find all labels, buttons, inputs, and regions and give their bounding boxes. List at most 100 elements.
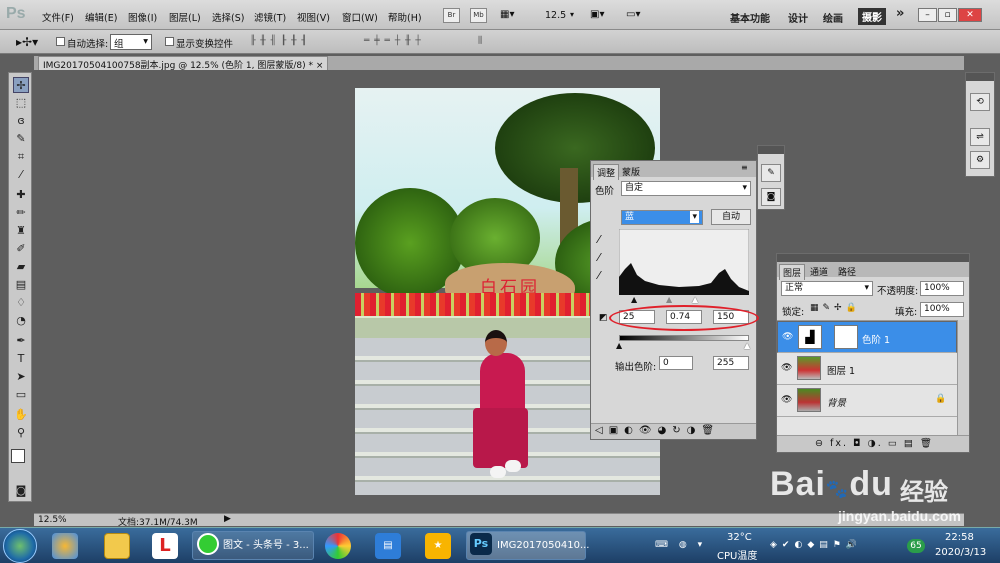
stamp-tool-icon[interactable]: ♜ [13, 223, 29, 239]
screen-mode-icon[interactable]: ▭▾ [626, 9, 640, 20]
status-menu-arrow-icon[interactable]: ▶ [224, 514, 231, 524]
history-icon[interactable]: ⟲ [970, 93, 990, 111]
bridge-button[interactable]: Br [443, 8, 460, 23]
layer-row[interactable]: 👁 ▟ 色阶 1 [777, 321, 957, 353]
move-tool-icon[interactable]: ✢ [13, 77, 29, 93]
menu-edit[interactable]: 编辑(E) [85, 10, 117, 24]
restore-button[interactable]: ▫ [938, 8, 957, 22]
menu-select[interactable]: 选择(S) [212, 10, 244, 24]
brush-tool-icon[interactable]: ✏ [13, 205, 29, 221]
panel-menu-icon[interactable]: ≡ [741, 163, 748, 172]
output-white-slider[interactable]: ▲ [744, 341, 750, 350]
type-tool-icon[interactable]: T [13, 351, 29, 367]
tab-adjustments[interactable]: 调整 [593, 164, 620, 180]
eraser-tool-icon[interactable]: ▰ [13, 259, 29, 275]
tab-paths[interactable]: 路径 [835, 264, 859, 279]
zoom-level[interactable]: 12.5% [38, 515, 67, 525]
app-star-icon[interactable]: ★ [425, 533, 451, 559]
menu-view[interactable]: 视图(V) [297, 10, 330, 24]
menu-help[interactable]: 帮助(H) [388, 10, 422, 24]
opacity-field[interactable]: 100% [920, 281, 964, 296]
tab-masks[interactable]: 蒙版 [619, 164, 643, 179]
tab-channels[interactable]: 通道 [807, 264, 831, 279]
app-grid-icon[interactable]: ▤ [375, 533, 401, 559]
pen-tool-icon[interactable]: ✒ [13, 333, 29, 349]
gradient-tool-icon[interactable]: ▤ [13, 277, 29, 293]
close-icon[interactable]: × [316, 61, 324, 71]
workspace-painting[interactable]: 绘画 [823, 10, 843, 25]
blur-tool-icon[interactable]: ♢ [13, 295, 29, 311]
zoom-select[interactable]: 12.5 [545, 10, 566, 21]
tray-icons-right[interactable]: ◈✔◐◆▤⚑🔊 [770, 540, 862, 550]
menu-layer[interactable]: 图层(L) [169, 10, 201, 24]
black-point-slider[interactable]: ▲ [631, 295, 637, 304]
visibility-eye-icon[interactable]: 👁 [782, 332, 793, 342]
foreground-color-swatch[interactable] [11, 449, 25, 463]
arrange-docs-icon[interactable]: ▣▾ [590, 9, 604, 20]
visibility-eye-icon[interactable]: 👁 [781, 395, 792, 405]
view-extras-icon[interactable]: ▦▾ [500, 9, 514, 20]
preset-dropdown[interactable]: 自定 ▾ [621, 181, 751, 196]
adjust-footer-icons[interactable]: ◁▣◐👁◕↻◑🗑 [591, 423, 756, 439]
menu-window[interactable]: 窗口(W) [342, 10, 378, 24]
close-button[interactable]: ✕ [958, 8, 982, 22]
mini-bridge-button[interactable]: Mb [470, 8, 487, 23]
marquee-tool-icon[interactable]: ⬚ [13, 95, 29, 111]
tray-icons-left[interactable]: ⌨ ◍ ▾ [655, 540, 706, 550]
app-icon-colorful[interactable] [52, 533, 78, 559]
align-icons[interactable]: ╟ ╫ ╢ ┠ ╂ ┨ [250, 36, 308, 46]
menu-image[interactable]: 图像(I) [128, 10, 157, 24]
auto-select-dropdown[interactable]: 组 ▾ [110, 34, 152, 50]
fill-field[interactable]: 100% [920, 302, 964, 317]
start-button[interactable] [3, 529, 37, 563]
output-black-field[interactable]: 0 [659, 356, 693, 370]
clock-time[interactable]: 22:58 [945, 532, 974, 543]
tool-presets-icon[interactable]: ⚙ [970, 151, 990, 169]
layer-row[interactable]: 👁 图层 1 [777, 353, 957, 385]
brush-presets-icon[interactable]: ✎ [761, 164, 781, 182]
folder-icon[interactable] [104, 533, 130, 559]
zoom-tool-icon[interactable]: ⚲ [13, 425, 29, 441]
layer-row[interactable]: 👁 背景 🔒 [777, 385, 957, 417]
visibility-eye-icon[interactable]: 👁 [781, 363, 792, 373]
workspace-design[interactable]: 设计 [788, 10, 808, 25]
layer-mask-thumbnail[interactable] [834, 325, 858, 349]
document-tab[interactable]: IMG20170504100758副本.jpg @ 12.5% (色阶 1, 图… [38, 56, 329, 71]
workspace-photography[interactable]: 摄影 [858, 8, 886, 25]
white-eyedropper-icon[interactable]: ⁄ [598, 269, 600, 282]
lasso-tool-icon[interactable]: ɞ [13, 113, 29, 129]
gamma-slider[interactable]: ▲ [666, 295, 672, 304]
show-transform-checkbox[interactable] [165, 37, 174, 46]
auto-select-checkbox[interactable] [56, 37, 65, 46]
hand-tool-icon[interactable]: ✋ [13, 407, 29, 423]
lock-icons[interactable]: ▦✎✢🔒 [810, 303, 861, 313]
dodge-tool-icon[interactable]: ◔ [13, 313, 29, 329]
workspace-essentials[interactable]: 基本功能 [730, 10, 770, 25]
tab-layers[interactable]: 图层 [779, 264, 806, 280]
distribute-icons[interactable]: ═ ╪ ═ ┼ ╫ ┼ [364, 36, 422, 46]
eyedropper-tool-icon[interactable]: ⁄ [13, 167, 29, 183]
crop-tool-icon[interactable]: ⌗ [13, 149, 29, 165]
chevron-down-icon[interactable]: ▾ [570, 10, 574, 19]
menu-file[interactable]: 文件(F) [42, 10, 74, 24]
quick-mask-icon[interactable]: ◙ [13, 483, 29, 499]
black-eyedropper-icon[interactable]: ⁄ [598, 233, 600, 246]
move-tool-icon[interactable]: ▸✢▾ [16, 35, 38, 49]
chrome-like-icon[interactable] [325, 533, 351, 559]
output-black-slider[interactable]: ▲ [616, 341, 622, 350]
workspace-more-button[interactable]: » [896, 6, 904, 21]
letv-icon[interactable]: L [152, 533, 178, 559]
blend-mode-dropdown[interactable]: 正常 ▾ [781, 281, 873, 296]
actions-icon[interactable]: ⇌ [970, 128, 990, 146]
clock-date[interactable]: 2020/3/13 [935, 547, 986, 558]
menu-filter[interactable]: 滤镜(T) [254, 10, 286, 24]
minimize-button[interactable]: – [918, 8, 937, 22]
path-select-tool-icon[interactable]: ➤ [13, 369, 29, 385]
tray-badge[interactable]: 65 [907, 539, 925, 553]
history-brush-tool-icon[interactable]: ✐ [13, 241, 29, 257]
auto-button[interactable]: 自动 [711, 209, 751, 225]
channel-dropdown[interactable]: 蓝 ▾ [621, 210, 703, 225]
layers-footer-icons[interactable]: ⊖ fx. ◘ ◑. ▭ ▤ 🗑 [777, 435, 969, 452]
output-white-field[interactable]: 255 [713, 356, 749, 370]
auto-align-icon[interactable]: ⫼ [478, 36, 483, 46]
